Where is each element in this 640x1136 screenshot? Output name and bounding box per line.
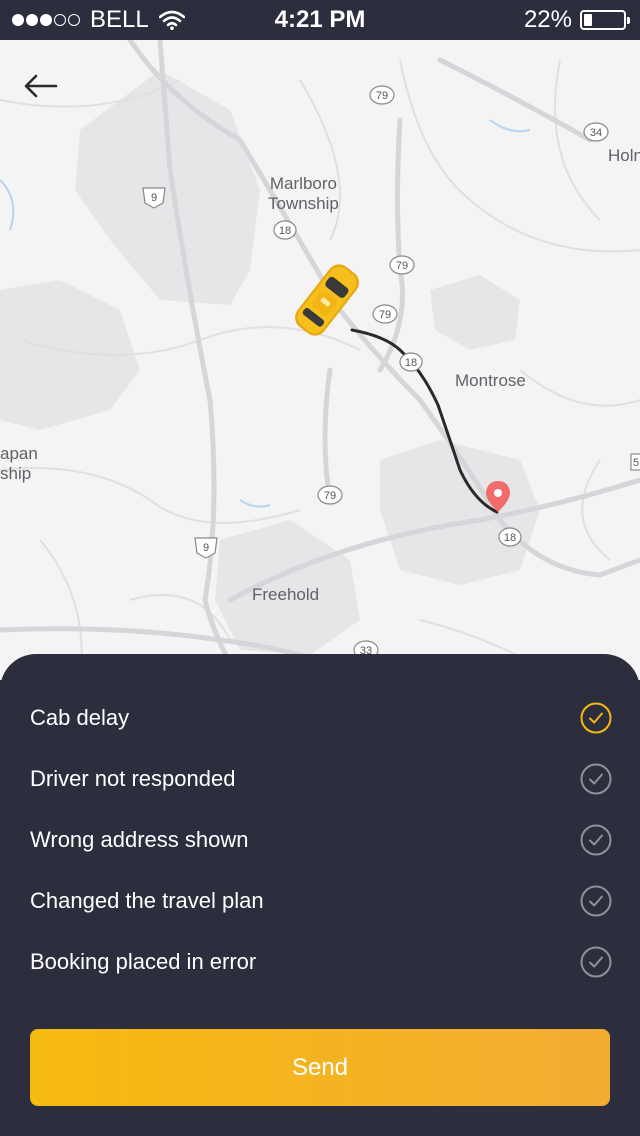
check-circle-icon[interactable] [580, 763, 612, 795]
check-circle-icon[interactable] [580, 946, 612, 978]
reason-option-driver-not-responded[interactable]: Driver not responded [30, 757, 612, 801]
status-right: 22% [523, 6, 630, 34]
reason-option-booking-error[interactable]: Booking placed in error [30, 940, 612, 984]
map-place-label: Marlboro Township [268, 174, 339, 213]
svg-text:79: 79 [379, 309, 391, 321]
reason-option-cab-delay[interactable]: Cab delay [30, 696, 612, 740]
svg-text:9: 9 [151, 192, 157, 204]
reason-option-wrong-address[interactable]: Wrong address shown [30, 818, 612, 862]
status-bar: BELL 4:21 PM 22% [0, 0, 640, 40]
battery-icon [580, 10, 630, 30]
map-place-label: Holn [608, 146, 640, 165]
svg-text:79: 79 [396, 260, 408, 272]
reason-label: Booking placed in error [30, 949, 257, 974]
battery-percent: 22% [523, 6, 572, 33]
reason-option-changed-plan[interactable]: Changed the travel plan [30, 879, 612, 923]
battery-level [584, 14, 593, 26]
reason-label: Changed the travel plan [30, 888, 264, 913]
arrow-left-icon [24, 74, 58, 98]
check-circle-icon[interactable] [580, 702, 612, 734]
map-view[interactable]: 79 34 79 79 79 9 9 18 18 18 33 5 Marlbor… [0, 40, 640, 680]
map-place-label: Montrose [455, 371, 526, 390]
svg-text:5: 5 [633, 457, 639, 469]
svg-text:79: 79 [376, 90, 388, 102]
svg-text:18: 18 [279, 225, 291, 237]
reason-label: Wrong address shown [30, 827, 249, 852]
svg-text:18: 18 [504, 532, 516, 544]
svg-text:9: 9 [203, 542, 209, 554]
reason-label: Cab delay [30, 705, 130, 730]
reason-label: Driver not responded [30, 766, 236, 791]
map-canvas: 79 34 79 79 79 9 9 18 18 18 33 5 [0, 40, 640, 680]
map-place-label: apan ship [0, 444, 38, 483]
check-circle-icon[interactable] [580, 885, 612, 917]
cancel-reason-sheet: Cab delay Driver not responded Wrong add… [0, 654, 640, 1136]
svg-text:79: 79 [324, 490, 336, 502]
send-button[interactable]: Send [30, 1029, 610, 1106]
svg-text:34: 34 [590, 127, 602, 139]
map-place-label: Freehold [252, 585, 320, 604]
svg-text:18: 18 [405, 357, 417, 369]
check-circle-icon[interactable] [580, 824, 612, 856]
back-button[interactable] [24, 74, 64, 114]
